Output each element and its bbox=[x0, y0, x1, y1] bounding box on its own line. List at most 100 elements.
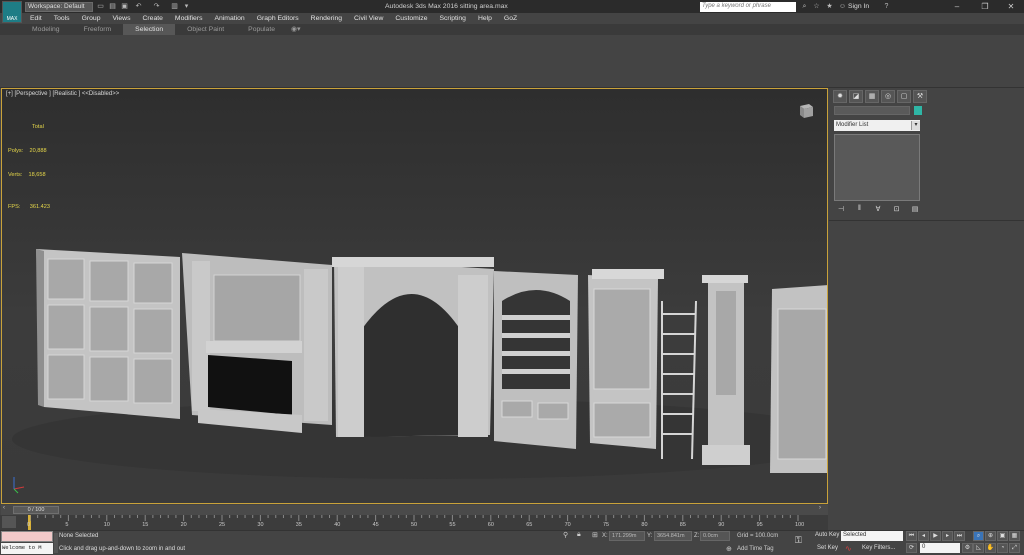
timeline-tick-label: 55 bbox=[449, 522, 456, 528]
make-unique-icon[interactable]: ∀ bbox=[872, 205, 884, 215]
zoom-extents-all-icon[interactable]: ▦ bbox=[1009, 531, 1020, 541]
menu-customize[interactable]: Customize bbox=[389, 13, 433, 24]
help-icon[interactable]: ? bbox=[882, 2, 891, 11]
time-tag-icon[interactable]: ⊕ bbox=[726, 545, 732, 553]
save-icon[interactable]: ▣ bbox=[120, 2, 129, 11]
workspace-dropdown[interactable]: Workspace: Default bbox=[25, 2, 93, 12]
show-end-result-icon[interactable]: ‖ bbox=[854, 205, 866, 215]
menu-civil-view[interactable]: Civil View bbox=[348, 13, 389, 24]
play-icon[interactable]: ▶ bbox=[930, 531, 941, 541]
configure-sets-icon[interactable]: ▤ bbox=[909, 205, 921, 215]
z-coordinate-field[interactable]: 0.0cm bbox=[700, 531, 730, 541]
zoom-icon[interactable]: ⌕ bbox=[973, 531, 984, 541]
modify-tab-icon[interactable]: ◪ bbox=[849, 90, 863, 103]
open-file-icon[interactable]: ▤ bbox=[108, 2, 117, 11]
motion-tab-icon[interactable]: ◎ bbox=[881, 90, 895, 103]
object-name-field[interactable] bbox=[834, 106, 910, 115]
timeline-tick-label: 90 bbox=[718, 522, 725, 528]
x-coordinate-field[interactable]: 171.299m bbox=[609, 531, 645, 541]
absolute-mode-icon[interactable]: ⊞ bbox=[592, 531, 598, 539]
menu-views[interactable]: Views bbox=[106, 13, 136, 24]
previous-frame-icon[interactable]: ◂ bbox=[918, 531, 929, 541]
remove-modifier-icon[interactable]: ⊡ bbox=[891, 205, 903, 215]
menu-goz[interactable]: GoZ bbox=[498, 13, 523, 24]
communication-icon[interactable]: ☆ bbox=[812, 2, 821, 11]
hierarchy-tab-icon[interactable]: ▦ bbox=[865, 90, 879, 103]
utilities-tab-icon[interactable]: ⚒ bbox=[913, 90, 927, 103]
time-slider-track[interactable]: ‹ 0 / 100 › bbox=[1, 505, 828, 515]
go-to-start-icon[interactable]: ⏮ bbox=[906, 531, 917, 541]
current-frame-field[interactable]: 0 bbox=[920, 543, 960, 553]
menu-group[interactable]: Group bbox=[76, 13, 107, 24]
restore-icon[interactable]: ❐ bbox=[972, 0, 998, 13]
pin-stack-icon[interactable]: ⊣ bbox=[835, 205, 847, 215]
search-input[interactable]: Type a keyword or phrase bbox=[700, 2, 796, 12]
search-icon[interactable]: ⌕ bbox=[800, 2, 809, 11]
auto-key-button[interactable]: Auto Key bbox=[815, 532, 839, 538]
undo-icon[interactable]: ↶ bbox=[134, 2, 143, 11]
mini-curve-editor-icon[interactable] bbox=[2, 516, 16, 528]
new-file-icon[interactable]: ▭ bbox=[96, 2, 105, 11]
timeline-tick-label: 15 bbox=[142, 522, 149, 528]
key-filters-button[interactable]: Key Filters... bbox=[862, 545, 895, 551]
menu-scripting[interactable]: Scripting bbox=[433, 13, 471, 24]
maxscript-listener[interactable] bbox=[1, 531, 53, 542]
zoom-all-icon[interactable]: ⊕ bbox=[985, 531, 996, 541]
field-of-view-icon[interactable]: ◺ bbox=[973, 543, 984, 553]
maxscript-mini-listener[interactable]: Welcome to M bbox=[1, 543, 53, 554]
go-to-end-icon[interactable]: ⏭ bbox=[954, 531, 965, 541]
display-tab-icon[interactable]: ▢ bbox=[897, 90, 911, 103]
menu-create[interactable]: Create bbox=[137, 13, 169, 24]
quick-access-menu-icon[interactable]: ▾ bbox=[182, 2, 191, 11]
modifier-stack[interactable] bbox=[834, 134, 920, 201]
key-selection-set-dropdown[interactable]: Selected bbox=[841, 531, 903, 541]
isolate-selection-icon[interactable]: ⚲ bbox=[563, 531, 568, 539]
ribbon-tabs: Modeling Freeform Selection Object Paint… bbox=[0, 24, 1024, 35]
key-mode-toggle-icon[interactable]: ⟳ bbox=[906, 543, 917, 553]
object-color-swatch[interactable] bbox=[914, 106, 922, 115]
zoom-extents-icon[interactable]: ▣ bbox=[997, 531, 1008, 541]
timeline-tick-label: 45 bbox=[372, 522, 379, 528]
prev-frame-icon[interactable]: ‹ bbox=[3, 505, 5, 511]
tab-freeform[interactable]: Freeform bbox=[72, 24, 124, 35]
menu-animation[interactable]: Animation bbox=[208, 13, 250, 24]
selection-lock-icon[interactable]: 🔒︎ bbox=[577, 531, 581, 539]
next-frame-icon[interactable]: › bbox=[819, 505, 821, 511]
maximize-viewport-icon[interactable]: ⤢ bbox=[1009, 543, 1020, 553]
time-slider-thumb[interactable]: 0 / 100 bbox=[13, 506, 59, 514]
stack-toolbar: ⊣ ‖ ∀ ⊡ ▤ bbox=[835, 205, 921, 215]
default-in-out-tangent-icon[interactable]: ∿ bbox=[845, 544, 852, 553]
modifier-list-dropdown[interactable]: Modifier List bbox=[834, 120, 920, 131]
set-key-button[interactable]: Set Key bbox=[817, 545, 838, 551]
ribbon-options-icon[interactable]: ◉▾ bbox=[287, 24, 304, 35]
chevron-down-icon[interactable]: ▾ bbox=[911, 121, 920, 130]
tab-populate[interactable]: Populate bbox=[236, 24, 287, 35]
command-panel-tabs: ✹ ◪ ▦ ◎ ▢ ⚒ bbox=[833, 90, 933, 104]
perspective-viewport[interactable]: [+] [Perspective ] [Realistic ] <<Disabl… bbox=[1, 88, 828, 504]
close-icon[interactable]: ✕ bbox=[998, 0, 1024, 13]
orbit-icon[interactable]: ◔ bbox=[997, 543, 1008, 553]
sign-in-button[interactable]: Sign In bbox=[848, 2, 869, 11]
time-configuration-icon[interactable]: ⚙ bbox=[962, 543, 973, 553]
y-coordinate-field[interactable]: 3654.841m bbox=[654, 531, 692, 541]
app-logo[interactable]: MAX bbox=[2, 1, 22, 23]
add-time-tag-button[interactable]: Add Time Tag bbox=[737, 546, 774, 552]
menu-tools[interactable]: Tools bbox=[48, 13, 76, 24]
user-icon[interactable]: ☺ bbox=[838, 2, 847, 11]
menu-help[interactable]: Help bbox=[472, 13, 498, 24]
redo-icon[interactable]: ↷ bbox=[152, 2, 161, 11]
set-key-icon[interactable]: ⚿ bbox=[795, 535, 802, 546]
menu-edit[interactable]: Edit bbox=[24, 13, 48, 24]
create-tab-icon[interactable]: ✹ bbox=[833, 90, 847, 103]
next-frame-button-icon[interactable]: ▸ bbox=[942, 531, 953, 541]
tab-object-paint[interactable]: Object Paint bbox=[175, 24, 236, 35]
tab-selection[interactable]: Selection bbox=[123, 24, 176, 35]
menu-rendering[interactable]: Rendering bbox=[305, 13, 348, 24]
favorites-icon[interactable]: ★ bbox=[825, 2, 834, 11]
minimize-icon[interactable]: – bbox=[944, 0, 970, 13]
menu-modifiers[interactable]: Modifiers bbox=[169, 13, 209, 24]
project-folder-icon[interactable]: ▥ bbox=[170, 2, 179, 11]
tab-modeling[interactable]: Modeling bbox=[20, 24, 72, 35]
menu-graph-editors[interactable]: Graph Editors bbox=[251, 13, 305, 24]
pan-view-icon[interactable]: ✋ bbox=[985, 543, 996, 553]
